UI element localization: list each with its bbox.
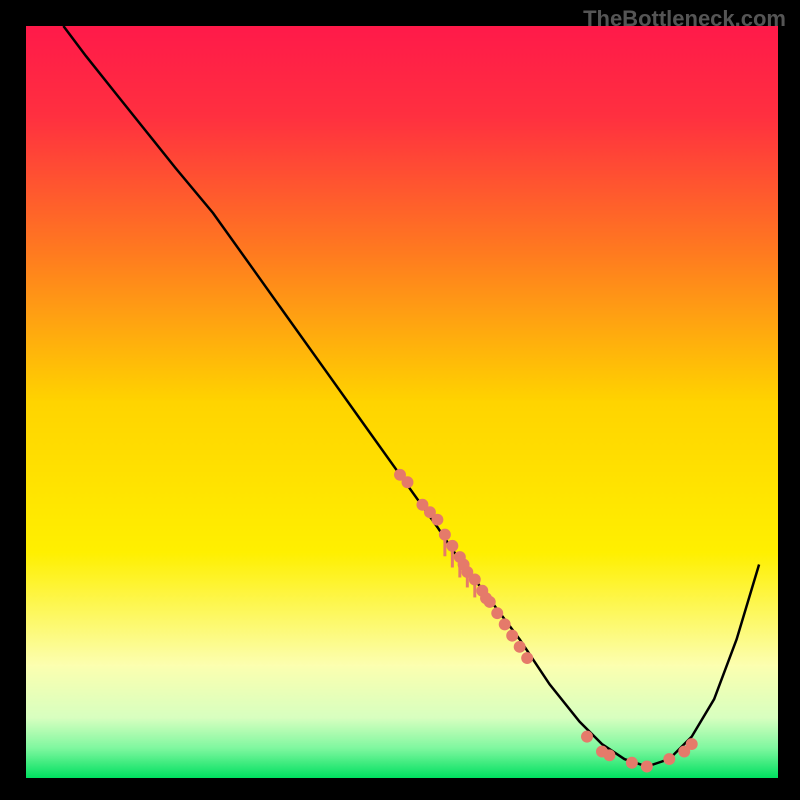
- scatter-point: [402, 476, 414, 488]
- scatter-point: [491, 607, 503, 619]
- scatter-point: [499, 618, 511, 630]
- scatter-point: [641, 761, 653, 773]
- scatter-point: [439, 529, 451, 541]
- scatter-point: [506, 630, 518, 642]
- scatter-point: [663, 753, 675, 765]
- scatter-point: [514, 641, 526, 653]
- scatter-point: [521, 652, 533, 664]
- scatter-point: [469, 574, 481, 586]
- scatter-point: [626, 757, 638, 769]
- scatter-point: [446, 540, 458, 552]
- curve-line: [63, 26, 759, 767]
- watermark-text: TheBottleneck.com: [583, 6, 786, 32]
- scatter-point: [686, 738, 698, 750]
- scatter-points-group: [394, 469, 698, 773]
- scatter-point: [431, 514, 443, 526]
- scatter-point: [603, 749, 615, 761]
- chart-plot-area: [24, 24, 776, 776]
- scatter-point: [581, 731, 593, 743]
- scatter-point: [484, 596, 496, 608]
- chart-svg-layer: [26, 26, 774, 774]
